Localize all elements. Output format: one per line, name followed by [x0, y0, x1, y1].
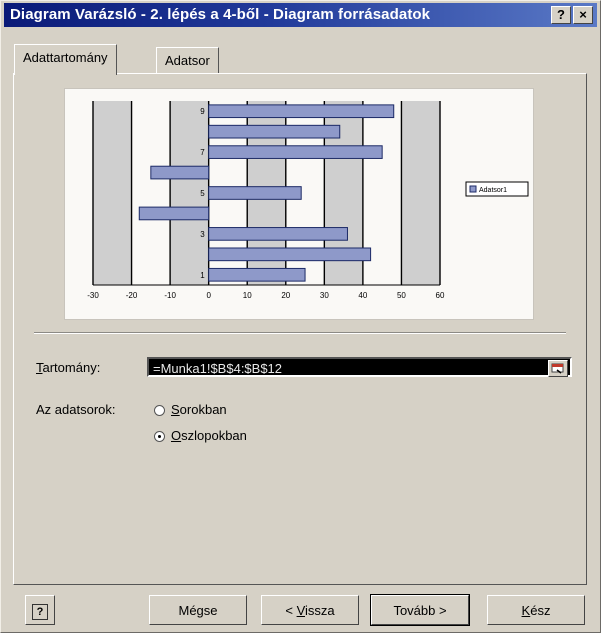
collapse-dialog-button[interactable]	[548, 360, 568, 377]
x-tick-label: -30	[87, 291, 99, 300]
collapse-dialog-icon	[551, 363, 564, 374]
tab-series[interactable]: Adatsor	[156, 47, 219, 74]
range-input[interactable]: =Munka1!$B$4:$B$12	[147, 357, 572, 377]
tab-panel: 1 3 5 7 9 -30 -20 -10 0 10 20 30 40 50 60 Adatsor1 Tart…	[13, 73, 587, 585]
back-button[interactable]: < Vissza	[261, 595, 359, 625]
tab-label: Adatsor	[165, 53, 210, 68]
next-button[interactable]: Tovább >	[370, 594, 470, 626]
y-tick-label: 7	[200, 148, 205, 157]
chart-wizard-dialog: Diagram Varázsló - 2. lépés a 4-ből - Di…	[0, 0, 601, 633]
x-tick-label: 30	[320, 291, 329, 300]
plot-band	[93, 101, 132, 285]
legend-label: Adatsor1	[479, 187, 507, 194]
rows-radio-label[interactable]: Sorokban	[171, 402, 227, 417]
y-tick-label: 1	[200, 271, 205, 280]
rows-radio[interactable]	[154, 405, 165, 416]
y-tick-label: 5	[200, 189, 205, 198]
close-button[interactable]: ×	[573, 6, 593, 24]
x-tick-label: 20	[281, 291, 290, 300]
tab-label: Adattartomány	[23, 50, 108, 65]
x-tick-label: -20	[126, 291, 138, 300]
bar	[208, 247, 372, 262]
legend-swatch	[469, 185, 477, 193]
x-tick-label: 40	[358, 291, 367, 300]
y-tick-label: 3	[200, 230, 205, 239]
bar	[150, 165, 210, 180]
columns-radio[interactable]	[154, 431, 165, 442]
bar	[208, 104, 395, 119]
help-button[interactable]: ?	[25, 595, 55, 625]
finish-button[interactable]: Kész	[487, 595, 585, 625]
chart-preview: 1 3 5 7 9 -30 -20 -10 0 10 20 30 40 50 60 Adatsor1	[64, 88, 534, 320]
bar	[208, 145, 383, 159]
plot-band	[401, 101, 440, 285]
bar	[208, 124, 341, 139]
y-tick-label: 9	[200, 107, 205, 116]
bar	[138, 206, 210, 221]
x-tick-label: -10	[164, 291, 176, 300]
x-tick-label: 60	[436, 291, 445, 300]
series-in-label: Az adatsorok:	[36, 402, 116, 417]
separator	[34, 332, 566, 334]
bar	[208, 186, 302, 200]
bar	[208, 267, 306, 282]
columns-radio-label[interactable]: Oszlopokban	[171, 428, 247, 443]
range-value: =Munka1!$B$4:$B$12	[153, 361, 283, 376]
x-tick-label: 0	[206, 291, 211, 300]
bar	[208, 227, 348, 241]
x-tick-label: 50	[397, 291, 406, 300]
bar-chart: 1 3 5 7 9 -30 -20 -10 0 10 20 30 40 50 60 Adatsor1	[87, 101, 529, 300]
title-bar: Diagram Varázsló - 2. lépés a 4-ből - Di…	[4, 3, 597, 27]
help-icon: ?	[32, 604, 48, 620]
x-tick-label: 10	[243, 291, 252, 300]
help-title-button[interactable]: ?	[551, 6, 571, 24]
window-title: Diagram Varázsló - 2. lépés a 4-ből - Di…	[10, 6, 431, 23]
range-label: Tartomány:	[36, 360, 101, 375]
tab-data-range[interactable]: Adattartomány	[14, 44, 117, 75]
cancel-button[interactable]: Mégse	[149, 595, 247, 625]
